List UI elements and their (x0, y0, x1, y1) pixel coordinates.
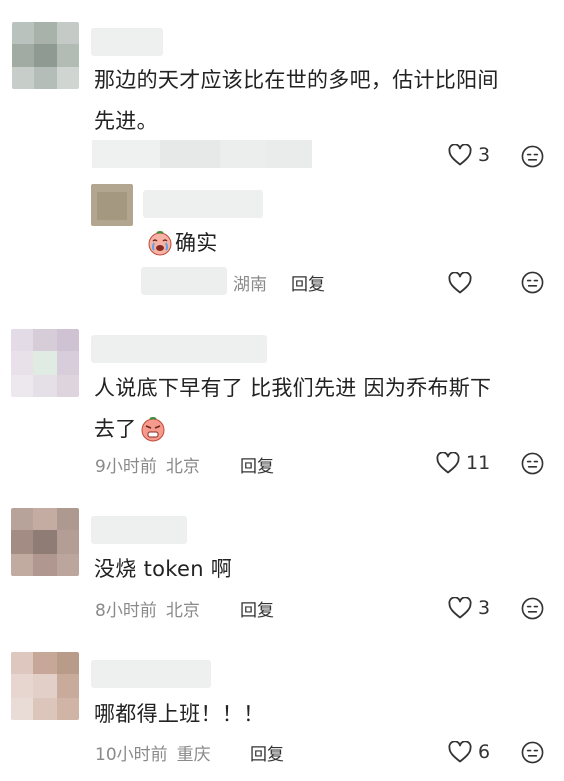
reply-time-blurred (141, 267, 227, 295)
comment-time: 10小时前 (95, 745, 168, 765)
meh-face-icon[interactable] (521, 452, 544, 475)
comment-location: 北京 (165, 457, 200, 477)
username-blurred[interactable] (91, 660, 211, 688)
like-button[interactable]: 6 (448, 741, 490, 763)
reply-button[interactable]: 回复 (250, 740, 284, 765)
like-button[interactable]: 11 (436, 452, 490, 474)
meh-face-icon[interactable] (521, 271, 544, 294)
comment-location: 北京 (165, 601, 200, 621)
like-count: 3 (478, 597, 491, 619)
comment-meta: 10小时前 重庆 (95, 740, 211, 765)
reply-button[interactable]: 回复 (291, 270, 325, 295)
heart-outline-icon (436, 452, 460, 474)
comment-text: 那边的天才应该比在世的多吧，估计比阳间 先进。 (94, 68, 499, 133)
meh-face-icon[interactable] (521, 741, 544, 764)
comment-time: 8小时前 (95, 601, 157, 621)
like-count: 11 (466, 452, 491, 474)
comment-time: 9小时前 (95, 457, 157, 477)
reply-username-blurred[interactable] (143, 190, 263, 218)
heart-outline-icon (448, 144, 472, 166)
username-blurred[interactable] (91, 335, 267, 363)
heart-outline-icon (448, 597, 472, 619)
heart-outline-icon (448, 741, 472, 763)
like-button[interactable]: 3 (448, 597, 490, 619)
meh-face-icon[interactable] (521, 597, 544, 620)
crying-face-emoji (147, 230, 173, 256)
username-blurred[interactable] (91, 516, 187, 544)
avatar[interactable] (11, 329, 79, 397)
reply-button[interactable]: 回复 (240, 596, 274, 621)
avatar[interactable] (12, 22, 79, 89)
comment-location: 重庆 (176, 745, 211, 765)
username-blurred[interactable] (91, 28, 163, 56)
comment-text: 没烧 token 啊 (94, 557, 233, 581)
comment-meta: 9小时前 北京 (95, 452, 200, 477)
avatar[interactable] (11, 508, 79, 576)
avatar[interactable] (11, 652, 79, 720)
meta-blurred (92, 140, 312, 168)
reply-avatar[interactable] (91, 184, 133, 226)
reply-button[interactable]: 回复 (240, 452, 274, 477)
reply-text: 确实 (147, 229, 218, 257)
like-button[interactable]: 3 (448, 144, 490, 166)
heart-outline-icon[interactable] (448, 272, 472, 294)
pouting-face-emoji (140, 416, 166, 442)
meh-face-icon[interactable] (521, 145, 544, 168)
comment-meta: 8小时前 北京 (95, 596, 200, 621)
like-count: 3 (478, 144, 491, 166)
like-count: 6 (478, 741, 491, 763)
reply-location: 湖南 (233, 275, 267, 295)
comment-text: 人说底下早有了 比我们先进 因为乔布斯下 去了 (94, 376, 492, 442)
comment-text: 哪都得上班！！！ (94, 702, 265, 726)
